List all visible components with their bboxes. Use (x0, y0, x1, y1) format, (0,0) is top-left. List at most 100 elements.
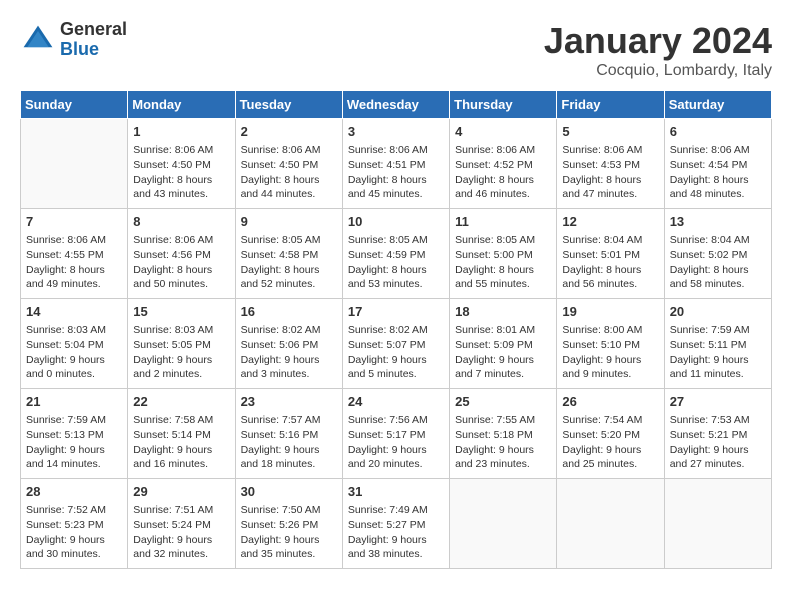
calendar-cell: 2 Sunrise: 8:06 AM Sunset: 4:50 PM Daylig… (235, 119, 342, 209)
date-number: 12 (562, 213, 658, 231)
calendar-cell: 12 Sunrise: 8:04 AM Sunset: 5:01 PM Dayli… (557, 209, 664, 299)
date-number: 19 (562, 303, 658, 321)
date-number: 16 (241, 303, 337, 321)
date-number: 6 (670, 123, 766, 141)
calendar-cell (664, 479, 771, 569)
day-info: Sunrise: 7:58 AM Sunset: 5:14 PM Dayligh… (133, 413, 229, 472)
date-number: 5 (562, 123, 658, 141)
day-info: Sunrise: 8:00 AM Sunset: 5:10 PM Dayligh… (562, 323, 658, 382)
calendar-cell: 21 Sunrise: 7:59 AM Sunset: 5:13 PM Dayli… (21, 389, 128, 479)
calendar-cell: 31 Sunrise: 7:49 AM Sunset: 5:27 PM Dayli… (342, 479, 449, 569)
day-info: Sunrise: 7:59 AM Sunset: 5:13 PM Dayligh… (26, 413, 122, 472)
day-header-saturday: Saturday (664, 91, 771, 119)
date-number: 28 (26, 483, 122, 501)
day-info: Sunrise: 8:03 AM Sunset: 5:04 PM Dayligh… (26, 323, 122, 382)
date-number: 27 (670, 393, 766, 411)
date-number: 30 (241, 483, 337, 501)
day-info: Sunrise: 8:06 AM Sunset: 4:50 PM Dayligh… (133, 143, 229, 202)
day-info: Sunrise: 8:06 AM Sunset: 4:52 PM Dayligh… (455, 143, 551, 202)
week-row-5: 28 Sunrise: 7:52 AM Sunset: 5:23 PM Dayli… (21, 479, 772, 569)
calendar-cell (21, 119, 128, 209)
date-number: 20 (670, 303, 766, 321)
calendar-cell: 16Sunrise: 8:02 AM Sunset: 5:06 PM Dayli… (235, 299, 342, 389)
day-info: Sunrise: 7:50 AM Sunset: 5:26 PM Dayligh… (241, 503, 337, 562)
date-number: 24 (348, 393, 444, 411)
date-number: 8 (133, 213, 229, 231)
date-number: 9 (241, 213, 337, 231)
date-number: 17 (348, 303, 444, 321)
day-info: Sunrise: 8:01 AM Sunset: 5:09 PM Dayligh… (455, 323, 551, 382)
date-number: 14 (26, 303, 122, 321)
calendar-cell: 8 Sunrise: 8:06 AM Sunset: 4:56 PM Daylig… (128, 209, 235, 299)
date-number: 4 (455, 123, 551, 141)
calendar-cell: 17 Sunrise: 8:02 AM Sunset: 5:07 PM Dayli… (342, 299, 449, 389)
calendar-cell: 27 Sunrise: 7:53 AM Sunset: 5:21 PM Dayli… (664, 389, 771, 479)
day-info: Sunrise: 8:05 AM Sunset: 4:59 PM Dayligh… (348, 233, 444, 292)
calendar-cell: 9Sunrise: 8:05 AM Sunset: 4:58 PM Daylig… (235, 209, 342, 299)
date-number: 29 (133, 483, 229, 501)
date-number: 7 (26, 213, 122, 231)
week-row-3: 14 Sunrise: 8:03 AM Sunset: 5:04 PM Dayli… (21, 299, 772, 389)
day-info: Sunrise: 8:06 AM Sunset: 4:56 PM Dayligh… (133, 233, 229, 292)
title-block: January 2024 Cocquio, Lombardy, Italy (544, 20, 772, 80)
day-info: Sunrise: 7:51 AM Sunset: 5:24 PM Dayligh… (133, 503, 229, 562)
day-info: Sunrise: 8:06 AM Sunset: 4:55 PM Dayligh… (26, 233, 122, 292)
calendar-cell (450, 479, 557, 569)
calendar-cell: 1 Sunrise: 8:06 AM Sunset: 4:50 PM Daylig… (128, 119, 235, 209)
logo-text: General Blue (60, 20, 127, 60)
day-info: Sunrise: 7:49 AM Sunset: 5:27 PM Dayligh… (348, 503, 444, 562)
day-info: Sunrise: 7:53 AM Sunset: 5:21 PM Dayligh… (670, 413, 766, 472)
calendar-cell: 15Sunrise: 8:03 AM Sunset: 5:05 PM Dayli… (128, 299, 235, 389)
calendar-cell: 3 Sunrise: 8:06 AM Sunset: 4:51 PM Daylig… (342, 119, 449, 209)
day-info: Sunrise: 7:59 AM Sunset: 5:11 PM Dayligh… (670, 323, 766, 382)
date-number: 21 (26, 393, 122, 411)
date-number: 3 (348, 123, 444, 141)
day-info: Sunrise: 7:57 AM Sunset: 5:16 PM Dayligh… (241, 413, 337, 472)
day-info: Sunrise: 8:04 AM Sunset: 5:01 PM Dayligh… (562, 233, 658, 292)
calendar-cell: 19 Sunrise: 8:00 AM Sunset: 5:10 PM Dayli… (557, 299, 664, 389)
day-info: Sunrise: 8:06 AM Sunset: 4:50 PM Dayligh… (241, 143, 337, 202)
calendar-cell: 25Sunrise: 7:55 AM Sunset: 5:18 PM Dayli… (450, 389, 557, 479)
date-number: 22 (133, 393, 229, 411)
date-number: 11 (455, 213, 551, 231)
date-number: 23 (241, 393, 337, 411)
calendar-cell: 5Sunrise: 8:06 AM Sunset: 4:53 PM Daylig… (557, 119, 664, 209)
days-of-week-row: SundayMondayTuesdayWednesdayThursdayFrid… (21, 91, 772, 119)
week-row-4: 21 Sunrise: 7:59 AM Sunset: 5:13 PM Dayli… (21, 389, 772, 479)
calendar-body: 1 Sunrise: 8:06 AM Sunset: 4:50 PM Daylig… (21, 119, 772, 569)
date-number: 18 (455, 303, 551, 321)
calendar-header: SundayMondayTuesdayWednesdayThursdayFrid… (21, 91, 772, 119)
calendar-cell: 13Sunrise: 8:04 AM Sunset: 5:02 PM Dayli… (664, 209, 771, 299)
day-info: Sunrise: 8:02 AM Sunset: 5:07 PM Dayligh… (348, 323, 444, 382)
day-info: Sunrise: 8:03 AM Sunset: 5:05 PM Dayligh… (133, 323, 229, 382)
day-info: Sunrise: 8:06 AM Sunset: 4:54 PM Dayligh… (670, 143, 766, 202)
logo-general-text: General (60, 20, 127, 40)
calendar-cell: 4 Sunrise: 8:06 AM Sunset: 4:52 PM Daylig… (450, 119, 557, 209)
date-number: 26 (562, 393, 658, 411)
calendar-cell: 30 Sunrise: 7:50 AM Sunset: 5:26 PM Dayli… (235, 479, 342, 569)
week-row-1: 1 Sunrise: 8:06 AM Sunset: 4:50 PM Daylig… (21, 119, 772, 209)
calendar-cell (557, 479, 664, 569)
date-number: 10 (348, 213, 444, 231)
calendar-cell: 7 Sunrise: 8:06 AM Sunset: 4:55 PM Daylig… (21, 209, 128, 299)
day-header-tuesday: Tuesday (235, 91, 342, 119)
page-header: General Blue January 2024 Cocquio, Lomba… (20, 20, 772, 80)
calendar-cell: 14 Sunrise: 8:03 AM Sunset: 5:04 PM Dayli… (21, 299, 128, 389)
day-info: Sunrise: 7:52 AM Sunset: 5:23 PM Dayligh… (26, 503, 122, 562)
date-number: 2 (241, 123, 337, 141)
day-info: Sunrise: 8:06 AM Sunset: 4:51 PM Dayligh… (348, 143, 444, 202)
date-number: 31 (348, 483, 444, 501)
location: Cocquio, Lombardy, Italy (544, 62, 772, 80)
date-number: 25 (455, 393, 551, 411)
date-number: 1 (133, 123, 229, 141)
calendar-cell: 28 Sunrise: 7:52 AM Sunset: 5:23 PM Dayli… (21, 479, 128, 569)
week-row-2: 7 Sunrise: 8:06 AM Sunset: 4:55 PM Daylig… (21, 209, 772, 299)
calendar-cell: 11Sunrise: 8:05 AM Sunset: 5:00 PM Dayli… (450, 209, 557, 299)
logo-icon (20, 22, 56, 58)
calendar-cell: 26Sunrise: 7:54 AM Sunset: 5:20 PM Dayli… (557, 389, 664, 479)
calendar-cell: 20 Sunrise: 7:59 AM Sunset: 5:11 PM Dayli… (664, 299, 771, 389)
day-info: Sunrise: 7:56 AM Sunset: 5:17 PM Dayligh… (348, 413, 444, 472)
day-header-friday: Friday (557, 91, 664, 119)
calendar-cell: 22 Sunrise: 7:58 AM Sunset: 5:14 PM Dayli… (128, 389, 235, 479)
calendar-cell: 18 Sunrise: 8:01 AM Sunset: 5:09 PM Dayli… (450, 299, 557, 389)
